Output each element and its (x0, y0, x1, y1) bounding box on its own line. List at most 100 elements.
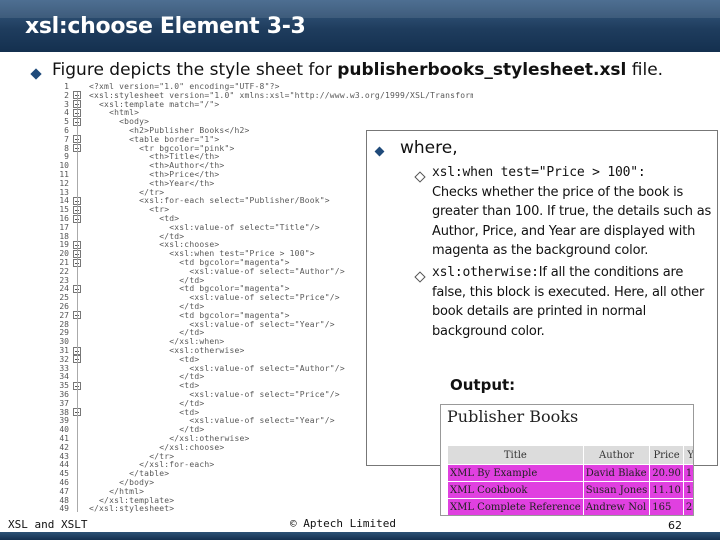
code-line: <xsl:template match="/"> (89, 99, 220, 109)
code-line: <xsl:otherwise> (89, 346, 245, 355)
code-line: <xsl:choose> (89, 240, 220, 250)
code-line-number: 41 (59, 434, 69, 443)
table-row: XML Complete Reference Andrew Nol 165 20… (448, 499, 693, 515)
point-otherwise-code: xsl:otherwise: (432, 265, 539, 280)
code-line: <tr bgcolor="pink"> (89, 143, 235, 153)
code-line-number: 24 (59, 284, 69, 294)
title-bar: xsl:choose Element 3-3 (0, 0, 720, 52)
code-line: </xsl:otherwise> (89, 434, 250, 443)
code-line: <xsl:for-each select="Publisher/Book"> (89, 196, 330, 206)
code-line: </td> (89, 372, 205, 382)
code-line: </table> (89, 469, 170, 479)
code-line: <xsl:value-of select="Year"/> (89, 319, 335, 329)
output-header-author: Author (583, 446, 650, 464)
main-bullet-filename: publisherbooks_stylesheet.xsl (337, 60, 627, 80)
code-line-number: 13 (59, 187, 69, 197)
code-line-number: 23 (59, 275, 69, 285)
code-line: </xsl:template> (89, 495, 175, 505)
table-cell: XML By Example (448, 465, 583, 481)
output-screenshot: Publisher Books Title Author Price Year … (440, 404, 694, 516)
code-line: <xsl:value-of select="Title"/> (89, 222, 320, 232)
code-line: <td bgcolor="magenta"> (89, 310, 290, 320)
code-line-number: 49 (59, 504, 69, 514)
table-cell: David Blake (583, 465, 650, 481)
code-line-number: 34 (59, 372, 69, 382)
code-line: <table border="1"> (89, 134, 220, 144)
code-line: <td> (89, 407, 200, 417)
point-when-text: Checks whether the price of the book is … (432, 184, 712, 259)
code-line: </td> (89, 231, 185, 241)
code-line: <h2>Publisher Books</h2> (89, 126, 250, 135)
code-line-number: 11 (59, 170, 69, 179)
code-line-number: 46 (59, 478, 69, 487)
code-line: <th>Author</th> (89, 161, 225, 171)
code-line-number: 48 (59, 495, 69, 505)
code-line: <td> (89, 214, 180, 223)
code-line: </tr> (89, 451, 175, 461)
table-cell: XML Cookbook (448, 482, 583, 498)
output-header-price: Price (650, 446, 683, 464)
code-line: <xsl:stylesheet version="1.0" xmlns:xsl=… (89, 90, 473, 100)
code-line-number: 37 (59, 398, 69, 408)
code-line-number: 19 (59, 240, 69, 250)
main-bullet-text: Figure depicts the style sheet for publi… (52, 60, 663, 80)
output-heading: Publisher Books (447, 407, 579, 426)
table-cell: 165 (650, 499, 683, 515)
code-line: </tr> (89, 187, 165, 197)
code-line-number: 17 (59, 222, 69, 232)
where-label: where, (400, 138, 458, 158)
code-line-number: 28 (59, 319, 69, 329)
footer-bar (0, 532, 720, 540)
code-line-number: 1 (64, 82, 69, 91)
table-cell: Andrew Nol (583, 499, 650, 515)
table-cell: XML Complete Reference (448, 499, 583, 515)
code-line-number: 6 (64, 126, 69, 135)
code-line-number: 47 (59, 486, 69, 496)
point-when-code: xsl:when test="Price > 100": (432, 165, 646, 180)
code-line: </td> (89, 275, 205, 285)
output-header-year: Year (683, 446, 693, 464)
code-line: <tr> (89, 205, 170, 215)
code-line-number: 21 (59, 258, 69, 267)
code-line-number: 7 (64, 134, 69, 144)
code-line-number: 43 (59, 451, 69, 461)
table-cell: 2001 (683, 499, 693, 515)
code-line: <th>Title</th> (89, 152, 220, 162)
code-line: </xsl:for-each> (89, 460, 215, 470)
fold-guide-line (77, 92, 78, 512)
code-line: <td> (89, 381, 200, 391)
code-line-number: 4 (64, 108, 69, 118)
code-line-number: 39 (59, 416, 69, 426)
code-gutter: 1 2 3 4 5 6 7 8 9 10 11 12 13 14 15 16 17 18 19 20 21 22 23 24 2… (55, 80, 83, 516)
main-bullet-suffix: file. (626, 60, 664, 80)
code-line: <xsl:value-of select="Price"/> (89, 390, 340, 399)
code-line: <body> (89, 117, 150, 127)
code-line-number: 20 (59, 249, 69, 259)
code-line-number: 14 (59, 196, 69, 206)
code-line-number: 27 (59, 310, 69, 320)
code-line-number: 38 (59, 407, 69, 417)
code-line: </xsl:choose> (89, 442, 225, 452)
output-table: Title Author Price Year XML By Example D… (447, 445, 693, 515)
code-line: </xsl:stylesheet> (89, 504, 175, 514)
code-line: </td> (89, 302, 205, 311)
code-line-number: 8 (64, 143, 69, 153)
code-line-number: 35 (59, 381, 69, 391)
code-line: <xsl:value-of select="Year"/> (89, 416, 335, 426)
code-line: <xsl:value-of select="Author"/> (89, 363, 345, 373)
output-header-title: Title (448, 446, 583, 464)
code-line-number: 40 (59, 425, 69, 435)
code-line: <xsl:value-of select="Author"/> (89, 266, 345, 276)
code-line: <td> (89, 354, 200, 364)
code-line-number: 18 (59, 231, 69, 241)
code-line: </td> (89, 425, 205, 435)
code-line: <th>Price</th> (89, 170, 220, 179)
code-line: <xsl:value-of select="Price"/> (89, 293, 340, 303)
code-line: </xsl:when> (89, 337, 225, 347)
table-cell: 11.10 (650, 482, 683, 498)
code-line-number: 36 (59, 390, 69, 399)
code-line-number: 30 (59, 337, 69, 347)
main-bullet-prefix: Figure depicts the style sheet for (52, 60, 338, 80)
code-line-number: 22 (59, 266, 69, 276)
code-line: <?xml version="1.0" encoding="UTF-8"?> (89, 82, 280, 91)
